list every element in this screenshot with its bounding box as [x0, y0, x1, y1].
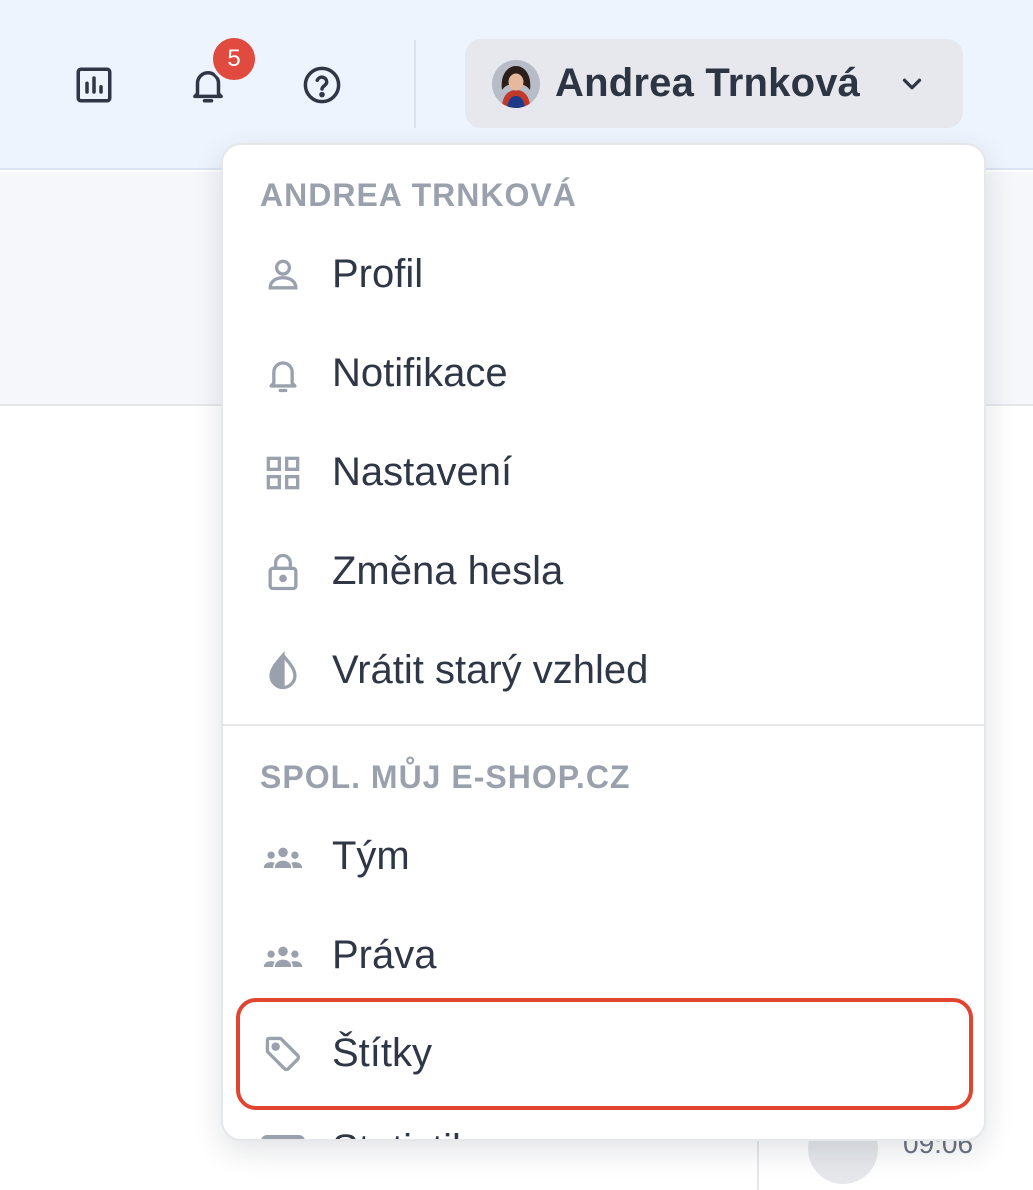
menu-item-zmena-hesla[interactable]: Změna hesla	[223, 527, 984, 617]
menu-item-label: Profil	[332, 252, 424, 296]
section-header-company: SPOL. MŮJ E-SHOP.CZ	[260, 759, 631, 795]
menu-item-label: Nastavení	[332, 450, 513, 494]
grid-icon	[261, 451, 305, 495]
menu-separator	[223, 724, 984, 726]
contrast-icon	[261, 649, 305, 693]
user-dropdown-menu: ANDREA TRNKOVÁ Profil Notifikace Nastave…	[221, 143, 986, 1141]
section-header-user: ANDREA TRNKOVÁ	[260, 177, 577, 213]
menu-item-label: Změna hesla	[332, 549, 564, 593]
user-menu-button[interactable]: Andrea Trnková	[465, 39, 963, 128]
menu-item-stitky[interactable]: Štítky	[223, 1009, 984, 1099]
lock-icon	[261, 550, 305, 594]
menu-item-label-partial[interactable]: Statistiky	[332, 1127, 492, 1139]
notification-badge: 5	[210, 35, 258, 83]
user-icon	[261, 253, 305, 297]
menu-item-label: Notifikace	[332, 351, 508, 395]
topbar-divider	[414, 40, 416, 128]
chevron-down-icon	[897, 69, 927, 99]
tag-icon	[261, 1032, 305, 1076]
stats-icon	[261, 1135, 305, 1139]
chart-icon[interactable]	[66, 57, 122, 113]
menu-item-profil[interactable]: Profil	[223, 230, 984, 320]
menu-item-notifikace[interactable]: Notifikace	[223, 329, 984, 419]
menu-item-label: Štítky	[332, 1031, 433, 1075]
menu-item-vratit-stary-vzhled[interactable]: Vrátit starý vzhled	[223, 626, 984, 716]
menu-item-label: Tým	[332, 834, 410, 878]
menu-item-nastaveni[interactable]: Nastavení	[223, 428, 984, 518]
menu-item-prava[interactable]: Práva	[223, 911, 984, 1001]
user-name: Andrea Trnková	[555, 61, 861, 105]
menu-item-tym[interactable]: Tým	[223, 812, 984, 902]
help-icon[interactable]	[294, 57, 350, 113]
bell-icon	[261, 352, 305, 396]
team-icon	[261, 934, 305, 978]
menu-item-label: Vrátit starý vzhled	[332, 648, 649, 692]
menu-item-label: Práva	[332, 933, 437, 977]
user-avatar	[492, 60, 540, 108]
team-icon	[261, 835, 305, 879]
